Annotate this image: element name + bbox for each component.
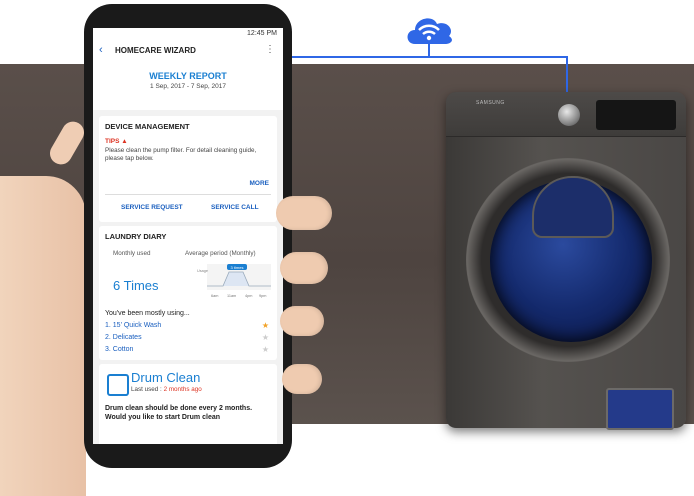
smartphone: 12:45 PM ‹ HOMECARE WIZARD ⋮ WEEKLY REPO… (84, 4, 292, 468)
report-date-range: 1 Sep, 2017 - 7 Sep, 2017 (150, 83, 226, 90)
device-management-heading: DEVICE MANAGEMENT (105, 122, 190, 131)
star-icon[interactable]: ★ (262, 345, 269, 354)
app-bar: ‹ HOMECARE WIZARD ⋮ (93, 40, 283, 62)
washing-machine: SAMSUNG (446, 92, 686, 430)
chart-tick: 9pm (259, 294, 266, 298)
dial-knob (558, 104, 580, 126)
washer-display (596, 100, 676, 130)
drum-clean-icon (107, 374, 129, 396)
filter-drawer (606, 388, 674, 430)
drum-last-used: Last used : 2 months ago (131, 386, 202, 393)
monthly-used-value: 6 Times (113, 278, 159, 293)
list-item[interactable]: 1. 15' Quick Wash (105, 322, 161, 329)
status-time: 12:45 PM (247, 30, 277, 37)
more-link[interactable]: MORE (250, 180, 270, 187)
chart-tick: 6am (211, 294, 218, 298)
warning-icon: ▲ (121, 138, 128, 145)
finger (276, 196, 332, 230)
star-icon[interactable]: ★ (262, 321, 269, 330)
star-icon[interactable]: ★ (262, 333, 269, 342)
chart-tick: 4pm (245, 294, 252, 298)
control-panel: SAMSUNG (446, 92, 686, 137)
app-title: HOMECARE WIZARD (115, 46, 196, 55)
drum-clean-card[interactable]: Drum Clean Last used : 2 months ago Drum… (99, 364, 277, 444)
laundry-diary-heading: LAUNDRY DIARY (105, 232, 167, 241)
laundry-diary-card: LAUNDRY DIARY Monthly used Average perio… (99, 226, 277, 360)
finger (282, 364, 322, 394)
phone-screen: 12:45 PM ‹ HOMECARE WIZARD ⋮ WEEKLY REPO… (93, 28, 283, 444)
divider (105, 194, 271, 195)
list-item[interactable]: 2. Delicates (105, 334, 142, 341)
more-vertical-icon[interactable]: ⋮ (265, 44, 275, 55)
drum-clean-text: Drum clean should be done every 2 months… (105, 405, 253, 421)
tips-text: Please clean the pump filter. For detail… (105, 147, 257, 162)
mostly-using-label: You've been mostly using... (105, 310, 190, 317)
washer-brand: SAMSUNG (476, 100, 505, 106)
usage-chart: 3 times Usage 6am 11am 4pm 9pm (197, 264, 271, 298)
service-call-button[interactable]: SERVICE CALL (211, 204, 259, 211)
tips-label: TIPS ▲ (105, 138, 128, 145)
connection-line (428, 44, 430, 58)
service-request-button[interactable]: SERVICE REQUEST (121, 204, 183, 211)
chart-tick: 11am (227, 294, 236, 298)
chart-badge: 3 times (231, 265, 244, 270)
finger (280, 306, 324, 336)
chart-axis-label: Usage (197, 269, 208, 273)
weekly-report-header: WEEKLY REPORT 1 Sep, 2017 - 7 Sep, 2017 (93, 62, 283, 110)
report-title: WEEKLY REPORT (149, 71, 227, 81)
list-item[interactable]: 3. Cotton (105, 346, 133, 353)
device-management-card: DEVICE MANAGEMENT TIPS ▲ Please clean th… (99, 116, 277, 222)
chevron-left-icon[interactable]: ‹ (99, 44, 103, 56)
wifi-cloud-icon (407, 18, 452, 44)
monthly-used-label: Monthly used (113, 250, 151, 257)
status-bar: 12:45 PM (93, 28, 283, 40)
average-period-label: Average period (Monthly) (185, 250, 256, 257)
finger (280, 252, 328, 284)
drum-clean-title: Drum Clean (131, 370, 201, 385)
hand (0, 176, 86, 496)
